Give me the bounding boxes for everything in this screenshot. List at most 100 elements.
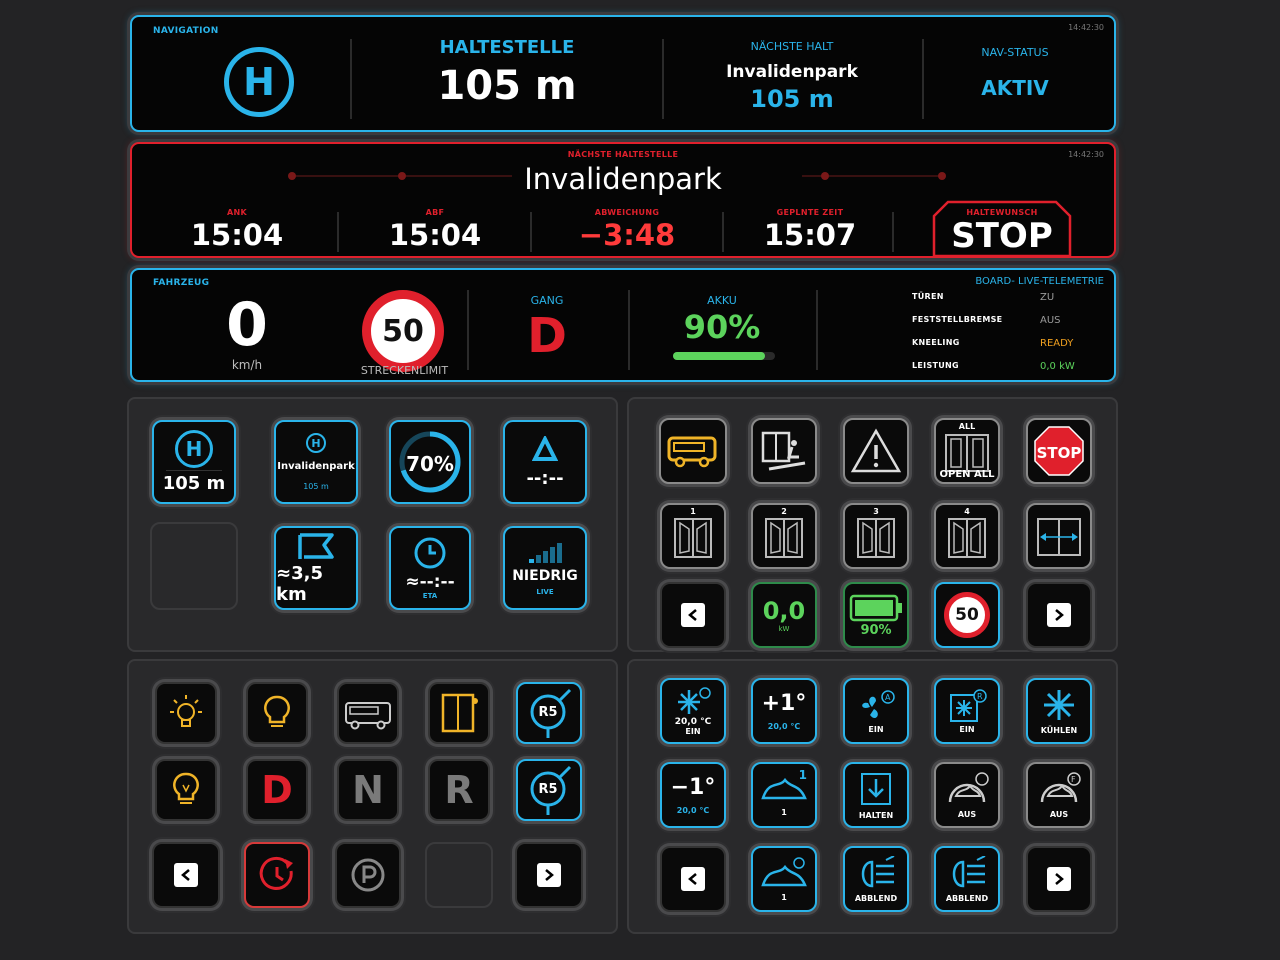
double-door-icon: [945, 434, 989, 472]
progress-key[interactable]: 70%: [389, 420, 471, 504]
deviation-value: −3:48: [578, 218, 676, 252]
eta-key[interactable]: ≈--:-- ETA: [389, 526, 471, 610]
battery-key[interactable]: 90%: [843, 582, 909, 648]
light-button[interactable]: [246, 682, 308, 744]
low-beam-icon: [952, 855, 986, 887]
eta-value: ≈--:--: [405, 572, 455, 592]
door-open-button[interactable]: [1026, 503, 1092, 569]
stop-button[interactable]: STOP: [1026, 418, 1092, 484]
temp-down-button[interactable]: −1° 20,0 °C: [660, 762, 726, 828]
delta-icon: [532, 435, 558, 461]
bus-interior-button[interactable]: [337, 682, 399, 744]
telemetry-value: AUS: [1040, 315, 1061, 326]
speed-value: 0: [226, 290, 268, 360]
door-1-button[interactable]: 1: [660, 503, 726, 569]
low-beam-button[interactable]: ABBLEND: [843, 846, 909, 912]
defrost-power-button[interactable]: AUS: [934, 762, 1000, 828]
empty-key: [150, 522, 238, 610]
parking-brake-button[interactable]: [335, 842, 401, 908]
chevron-left-icon: [174, 863, 198, 887]
route-label: R5: [538, 782, 558, 797]
high-beam-button[interactable]: [155, 759, 217, 821]
key-caption: 20,0 °C: [676, 806, 710, 815]
planned-time: 15:07: [763, 218, 857, 252]
speed-limit-key[interactable]: 50: [934, 582, 1000, 648]
door-light-button[interactable]: [428, 682, 490, 744]
hazard-button[interactable]: [843, 418, 909, 484]
cooling-button[interactable]: KÜHLEN: [1026, 678, 1092, 744]
power-key[interactable]: 0,0 kW: [751, 582, 817, 648]
telemetry-label: FESTSTELLBREMSE: [912, 315, 1003, 324]
temp-up-button[interactable]: +1° 20,0 °C: [751, 678, 817, 744]
signal-key[interactable]: NIEDRIG LIVE: [503, 526, 587, 610]
recirculation-button[interactable]: R EIN: [934, 678, 1000, 744]
telemetry-value: 0,0 kW: [1040, 361, 1075, 372]
battery-value: 90%: [860, 622, 892, 638]
sun-bulb-icon: [170, 695, 202, 727]
battery-icon: [849, 594, 902, 621]
next-page-button[interactable]: [1026, 582, 1092, 648]
next-page-button[interactable]: [515, 842, 583, 908]
next-stop-key[interactable]: H Invalidenpark 105 m: [274, 420, 358, 504]
stop-distance-key[interactable]: H 105 m: [152, 420, 236, 504]
gear-d-button[interactable]: D: [246, 759, 308, 821]
power-value: 0,0: [762, 597, 806, 625]
temp-step: −1°: [670, 775, 716, 800]
empty-key: [425, 842, 493, 908]
low-beam-button[interactable]: ABBLEND: [934, 846, 1000, 912]
door-icon: [948, 518, 986, 558]
snowflake-power-icon: [678, 686, 711, 714]
door-icon: [674, 518, 712, 558]
signal-value: NIEDRIG: [512, 568, 578, 584]
door-4-button[interactable]: 4: [934, 503, 1000, 569]
interior-light-button[interactable]: [155, 682, 217, 744]
route-distance-key[interactable]: ≈3,5 km: [274, 526, 358, 610]
warning-triangle-icon: [850, 428, 902, 473]
ramp-button[interactable]: [751, 418, 817, 484]
progress-value: 70%: [406, 452, 454, 476]
next-page-button[interactable]: [1026, 846, 1092, 912]
route-distance: ≈3,5 km: [276, 563, 323, 605]
gear-label: GANG: [530, 294, 564, 307]
kneeling-bus-button[interactable]: [659, 418, 727, 484]
snowflake-icon: [1044, 689, 1074, 720]
defrost-fan-button[interactable]: F AUS: [1026, 762, 1092, 828]
arrival-label: ANK: [227, 208, 247, 217]
mirror-heat-button[interactable]: 1: [751, 846, 817, 912]
hold-button[interactable]: HALTEN: [843, 762, 909, 828]
gear-n-button[interactable]: N: [337, 759, 399, 821]
bus-side-icon: [667, 436, 717, 468]
open-all-doors-button[interactable]: ALL OPEN ALL: [934, 418, 1000, 484]
route-r5-button[interactable]: R5: [516, 682, 582, 744]
defrost-gauge-icon: [948, 771, 989, 802]
gear-label: R: [444, 768, 474, 812]
speed-limit-sign: 50: [944, 592, 990, 638]
prev-page-button[interactable]: [660, 846, 726, 912]
open-all-top-label: ALL: [958, 422, 976, 431]
prev-page-button[interactable]: [152, 842, 220, 908]
door-2-button[interactable]: 2: [751, 503, 817, 569]
prev-page-button[interactable]: [660, 582, 726, 648]
bus-outline-icon: [345, 702, 391, 730]
timer-button[interactable]: [244, 842, 310, 908]
section-label: NÄCHSTE HALTESTELLE: [567, 150, 679, 159]
delta-key[interactable]: --:--: [503, 420, 587, 504]
section-label: NAVIGATION: [153, 26, 219, 36]
open-all-label: OPEN ALL: [939, 469, 995, 480]
telemetry-value: ZU: [1040, 292, 1055, 303]
stop-distance: 105 m: [437, 63, 577, 109]
route-r5-button[interactable]: R5: [516, 759, 582, 821]
door-icon: [857, 518, 895, 558]
speed-unit: km/h: [231, 358, 263, 372]
gear-label: N: [352, 768, 384, 812]
ac-power-button[interactable]: 20,0 °C EIN: [660, 678, 726, 744]
battery-label: AKKU: [707, 294, 737, 307]
route-label: R5: [538, 705, 558, 720]
low-beam-icon: [861, 855, 895, 887]
gear-r-button[interactable]: R: [428, 759, 490, 821]
auto-fan-button[interactable]: A EIN: [843, 678, 909, 744]
key-caption: 20,0 °C: [767, 722, 801, 731]
door-3-button[interactable]: 3: [843, 503, 909, 569]
seat-heat-button[interactable]: 1 1: [751, 762, 817, 828]
door-number: 3: [873, 507, 879, 516]
